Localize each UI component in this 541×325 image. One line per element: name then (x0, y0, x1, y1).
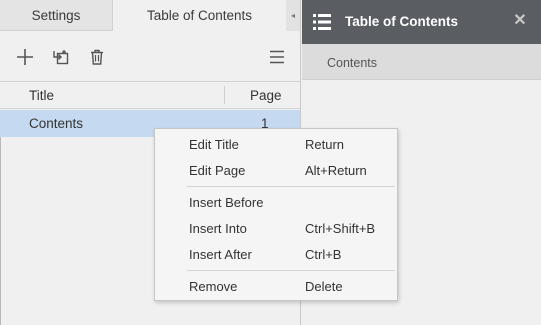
toolbar (0, 31, 300, 81)
menu-item-edit-page[interactable]: Edit Page Alt+Return (155, 158, 397, 184)
column-resize-handle[interactable] (224, 86, 225, 104)
hamburger-icon (270, 50, 284, 64)
context-menu: Edit Title Return Edit Page Alt+Return I… (154, 128, 398, 301)
menu-item-insert-into[interactable]: Insert Into Ctrl+Shift+B (155, 216, 397, 242)
tab-table-of-contents[interactable]: Table of Contents (113, 0, 286, 31)
menu-item-label: Insert Into (189, 221, 247, 236)
collapse-panel-button[interactable]: ◂ (286, 0, 300, 31)
menu-item-shortcut: Ctrl+B (305, 247, 342, 262)
row-title: Contents (29, 116, 84, 131)
menu-item-shortcut: Ctrl+Shift+B (305, 221, 376, 236)
menu-separator (187, 270, 395, 271)
add-entry-button[interactable] (13, 45, 37, 69)
menu-item-insert-before[interactable]: Insert Before (155, 190, 397, 216)
menu-item-shortcut: Alt+Return (305, 163, 367, 178)
toc-preview-entry-label: Contents (327, 56, 378, 70)
menu-item-insert-after[interactable]: Insert After Ctrl+B (155, 242, 397, 268)
tab-settings-label: Settings (31, 7, 81, 23)
plus-icon (17, 49, 33, 65)
column-header-page[interactable]: Page (250, 88, 282, 103)
toc-preview-entry[interactable]: Contents (302, 44, 541, 80)
insert-into-icon (53, 50, 69, 65)
toc-preview-title: Table of Contents (345, 14, 458, 29)
menu-separator (187, 186, 395, 187)
panel-border (0, 137, 1, 325)
trash-icon (91, 49, 103, 65)
column-header-title[interactable]: Title (29, 88, 54, 103)
menu-item-edit-title[interactable]: Edit Title Return (155, 132, 397, 158)
menu-item-label: Insert After (189, 247, 252, 262)
collapse-arrow-icon: ◂ (290, 11, 295, 20)
insert-into-button[interactable] (49, 45, 73, 69)
toc-preview-header: Table of Contents ✕ (302, 0, 541, 44)
menu-item-shortcut: Return (305, 137, 345, 152)
menu-item-label: Insert Before (189, 195, 264, 210)
menu-item-shortcut: Delete (305, 279, 343, 294)
menu-item-label: Edit Page (189, 163, 246, 178)
menu-item-label: Remove (189, 279, 238, 294)
table-header: Title Page (0, 81, 300, 109)
options-menu-button[interactable] (265, 45, 289, 69)
list-icon (313, 14, 331, 30)
menu-item-remove[interactable]: Remove Delete (155, 274, 397, 300)
tab-settings[interactable]: Settings (0, 0, 113, 31)
close-icon[interactable]: ✕ (512, 13, 528, 29)
delete-entry-button[interactable] (85, 45, 109, 69)
menu-item-label: Edit Title (189, 137, 239, 152)
tab-table-of-contents-label: Table of Contents (146, 8, 253, 23)
tab-bar: Settings Table of Contents ◂ (0, 0, 300, 31)
